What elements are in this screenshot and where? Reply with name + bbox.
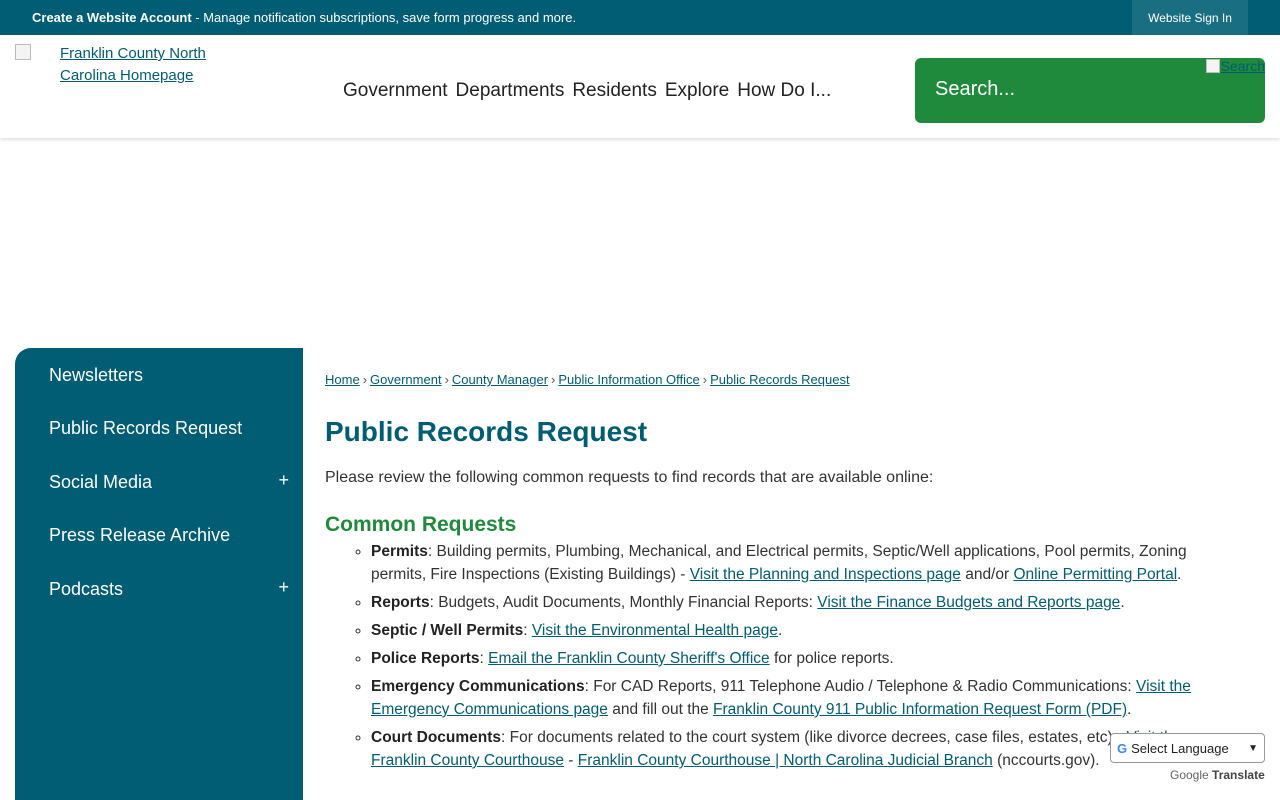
google-translate-icon: G xyxy=(1117,740,1128,756)
online-permitting-link[interactable]: Online Permitting Portal xyxy=(1013,566,1177,583)
powered-by-google: Google Translate xyxy=(1170,768,1265,782)
logo-alt-text: Franklin County North Carolina Homepage xyxy=(60,45,206,84)
site-header: Franklin County North Carolina Homepage … xyxy=(0,35,1280,138)
search-box[interactable]: Search... Search xyxy=(915,58,1265,123)
nav-departments[interactable]: Departments xyxy=(456,80,565,102)
list-item: Reports: Budgets, Audit Documents, Month… xyxy=(371,591,1211,614)
create-account-link[interactable]: Create a Website Account xyxy=(32,10,192,25)
sheriff-email-link[interactable]: Email the Franklin County Sheriff's Offi… xyxy=(488,650,770,667)
google-label: Google xyxy=(1170,768,1209,782)
breadcrumb-county-manager[interactable]: County Manager xyxy=(452,372,548,387)
section-heading: Common Requests xyxy=(325,513,517,536)
list-item: Permits: Building permits, Plumbing, Mec… xyxy=(371,540,1211,586)
create-account-desc: - Manage notification subscriptions, sav… xyxy=(191,10,577,25)
page-title: Public Records Request xyxy=(325,416,648,447)
environmental-health-link[interactable]: Visit the Environmental Health page xyxy=(532,622,778,639)
site-logo-link[interactable]: Franklin County North Carolina Homepage xyxy=(15,43,215,87)
top-bar: Create a Website Account - Manage notifi… xyxy=(0,0,1280,35)
expand-social-media-button[interactable]: + xyxy=(278,470,289,491)
language-select[interactable]: G Select Language ▼ xyxy=(1110,733,1265,763)
breadcrumb-home[interactable]: Home xyxy=(325,372,360,387)
sidebar-item-press-release-archive[interactable]: Press Release Archive xyxy=(49,525,230,546)
main-navigation: Government Departments Residents Explore… xyxy=(343,80,831,102)
search-button-alt: Search xyxy=(1220,58,1265,74)
broken-image-icon xyxy=(15,44,31,60)
sidebar-nav: Newsletters Public Records Request Socia… xyxy=(15,348,303,800)
nav-explore[interactable]: Explore xyxy=(665,80,729,102)
page-intro: Please review the following common reque… xyxy=(325,469,934,486)
911-request-form-link[interactable]: Franklin County 911 Public Information R… xyxy=(713,701,1127,718)
breadcrumb-government[interactable]: Government xyxy=(370,372,442,387)
nav-how-do-i[interactable]: How Do I... xyxy=(737,80,831,102)
sidebar-item-public-records[interactable]: Public Records Request xyxy=(49,418,242,439)
breadcrumb: Home › Government › County Manager › Public In… xyxy=(325,372,850,387)
list-item: Septic / Well Permits: Visit the Environ… xyxy=(371,619,1211,642)
breadcrumb-public-records-request[interactable]: Public Records Request xyxy=(710,372,849,387)
search-icon xyxy=(1205,59,1220,73)
sidebar-item-newsletters[interactable]: Newsletters xyxy=(49,365,143,386)
requests-list: Permits: Building permits, Plumbing, Mec… xyxy=(371,540,1211,777)
create-account-notice: Create a Website Account - Manage notifi… xyxy=(32,10,576,25)
list-item: Police Reports: Email the Franklin Count… xyxy=(371,647,1211,670)
expand-podcasts-button[interactable]: + xyxy=(278,577,289,598)
finance-reports-link[interactable]: Visit the Finance Budgets and Reports pa… xyxy=(817,594,1120,611)
sidebar-item-social-media[interactable]: Social Media xyxy=(49,472,152,493)
search-input[interactable]: Search... xyxy=(935,78,1015,101)
chevron-down-icon: ▼ xyxy=(1248,742,1258,754)
planning-inspections-link[interactable]: Visit the Planning and Inspections page xyxy=(690,566,961,583)
nav-government[interactable]: Government xyxy=(343,80,448,102)
translate-link[interactable]: Translate xyxy=(1212,768,1265,782)
list-item: Emergency Communications: For CAD Report… xyxy=(371,675,1211,721)
nav-residents[interactable]: Residents xyxy=(572,80,657,102)
search-button[interactable]: Search xyxy=(1205,58,1265,74)
breadcrumb-public-information-office[interactable]: Public Information Office xyxy=(558,372,699,387)
list-item: Court Documents: For documents related t… xyxy=(371,726,1211,772)
sidebar-item-podcasts[interactable]: Podcasts xyxy=(49,579,123,600)
sign-in-button[interactable]: Website Sign In xyxy=(1132,0,1248,35)
nccourts-link[interactable]: Franklin County Courthouse | North Carol… xyxy=(578,752,993,769)
language-select-label: Select Language xyxy=(1131,740,1229,756)
